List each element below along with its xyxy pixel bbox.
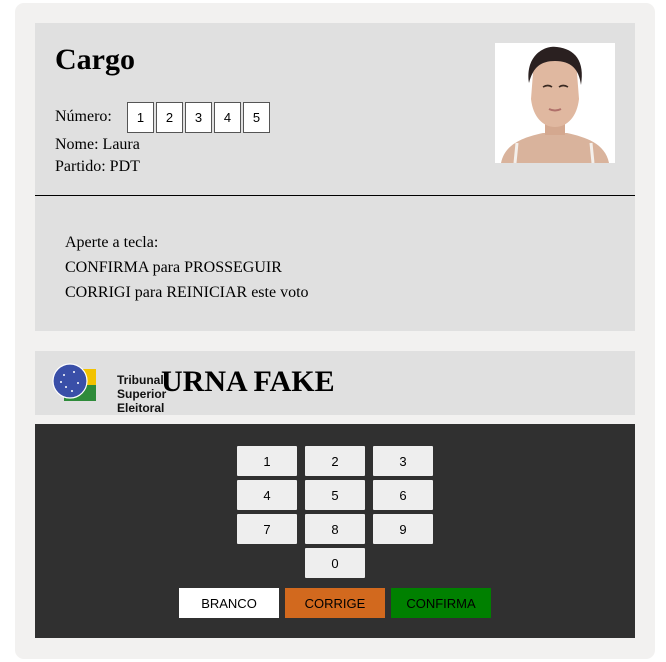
instructions: Aperte a tecla: CONFIRMA para PROSSEGUIR… — [65, 230, 309, 305]
tse-logo: Tribunal Superior Eleitoral — [52, 361, 166, 415]
branco-button[interactable]: BRANCO — [179, 588, 279, 618]
digit-box: 2 — [156, 101, 183, 133]
screen-divider — [35, 195, 635, 196]
candidate-photo — [495, 43, 615, 163]
tse-logo-line: Eleitoral — [117, 401, 165, 415]
brand-bar: Tribunal Superior Eleitoral URNA FAKE — [35, 351, 635, 415]
candidate-photo-image — [495, 43, 615, 163]
key-3[interactable]: 3 — [373, 446, 433, 476]
candidate-number-digits: 1 2 3 4 5 — [127, 101, 272, 133]
tse-logo-line: Superior — [117, 387, 167, 401]
candidate-name: Nome: Laura — [55, 136, 140, 153]
instruction-line: CORRIGI para REINICIAR este voto — [65, 284, 309, 301]
instruction-line: Aperte a tecla: — [65, 234, 159, 251]
key-5[interactable]: 5 — [305, 480, 365, 510]
keypad: 1 2 3 4 5 6 7 8 9 0 BRANCO CORRIGE CONFI… — [35, 424, 635, 638]
key-9[interactable]: 9 — [373, 514, 433, 544]
key-7[interactable]: 7 — [237, 514, 297, 544]
instruction-line: CONFIRMA para PROSSEGUIR — [65, 259, 282, 276]
key-2[interactable]: 2 — [305, 446, 365, 476]
voting-screen: Cargo Número: 1 2 3 4 5 Nome: Laura Part… — [35, 23, 635, 331]
app-title: URNA FAKE — [161, 365, 335, 398]
digit-box: 3 — [185, 101, 212, 133]
tse-logo-line: Tribunal — [117, 373, 164, 387]
digit-box: 5 — [243, 101, 270, 133]
digit-box: 1 — [127, 101, 154, 133]
key-1[interactable]: 1 — [237, 446, 297, 476]
key-6[interactable]: 6 — [373, 480, 433, 510]
confirma-button[interactable]: CONFIRMA — [391, 588, 491, 618]
tse-emblem-icon — [52, 363, 96, 401]
tse-logo-text: Tribunal Superior Eleitoral — [117, 373, 166, 415]
number-label: Número: — [55, 108, 112, 125]
corrige-button[interactable]: CORRIGE — [285, 588, 385, 618]
key-8[interactable]: 8 — [305, 514, 365, 544]
position-title: Cargo — [55, 43, 135, 76]
key-4[interactable]: 4 — [237, 480, 297, 510]
candidate-number-row: Número: 1 2 3 4 5 — [55, 100, 272, 134]
candidate-party: Partido: PDT — [55, 158, 140, 175]
key-0[interactable]: 0 — [305, 548, 365, 578]
digit-box: 4 — [214, 101, 241, 133]
